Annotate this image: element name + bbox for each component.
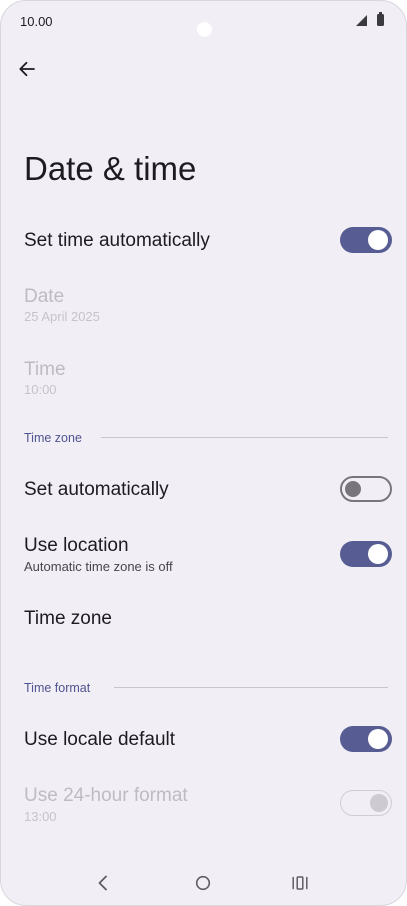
cellular-signal-icon <box>356 15 367 26</box>
time-zone-label: Time zone <box>24 608 112 629</box>
use-location-row[interactable]: Use location Automatic time zone is off <box>1 531 406 581</box>
use-locale-default-switch[interactable] <box>340 726 392 752</box>
arrow-back-icon <box>19 61 35 77</box>
section-divider <box>101 437 388 438</box>
switch-knob <box>368 230 388 250</box>
time-row: Time 10:00 <box>1 354 406 404</box>
switch-knob <box>368 544 388 564</box>
use-location-summary: Automatic time zone is off <box>24 559 173 574</box>
navigation-bar <box>1 861 406 905</box>
time-value: 10:00 <box>24 382 57 397</box>
camera-cutout <box>197 22 212 37</box>
use-24-hour-format-label: Use 24-hour format <box>24 785 188 806</box>
date-value: 25 April 2025 <box>24 309 100 324</box>
phone-screen: 10.00 Date & time Set time automatically… <box>0 0 407 906</box>
set-automatically-switch[interactable] <box>340 476 392 502</box>
set-time-automatically-row[interactable]: Set time automatically <box>1 219 406 263</box>
time-label: Time <box>24 359 66 380</box>
use-location-switch[interactable] <box>340 541 392 567</box>
status-bar: 10.00 <box>1 1 406 41</box>
use-24-hour-format-row: Use 24-hour format 13:00 <box>1 781 406 831</box>
back-button[interactable] <box>13 55 41 83</box>
time-format-section-header: Time format <box>24 681 91 695</box>
set-time-automatically-switch[interactable] <box>340 227 392 253</box>
switch-knob <box>370 793 388 812</box>
set-automatically-row[interactable]: Set automatically <box>1 468 406 512</box>
use-locale-default-row[interactable]: Use locale default <box>1 718 406 762</box>
nav-recents-icon[interactable] <box>288 871 312 895</box>
nav-home-icon[interactable] <box>191 871 215 895</box>
page-title: Date & time <box>24 150 197 187</box>
use-locale-default-label: Use locale default <box>24 729 176 750</box>
switch-knob <box>345 481 361 497</box>
date-row: Date 25 April 2025 <box>1 281 406 331</box>
set-time-automatically-label: Set time automatically <box>24 230 210 251</box>
time-zone-row[interactable]: Time zone <box>1 598 406 642</box>
use-24-hour-format-example: 13:00 <box>24 809 57 824</box>
use-location-label: Use location <box>24 535 129 556</box>
nav-back-icon[interactable] <box>91 871 115 895</box>
status-time: 10.00 <box>20 14 53 29</box>
time-zone-section-header: Time zone <box>24 431 82 445</box>
date-label: Date <box>24 286 65 307</box>
switch-knob <box>368 729 388 749</box>
use-24-hour-format-switch <box>340 790 392 816</box>
set-automatically-label: Set automatically <box>24 479 169 500</box>
section-divider <box>114 687 388 688</box>
battery-icon <box>377 12 384 26</box>
